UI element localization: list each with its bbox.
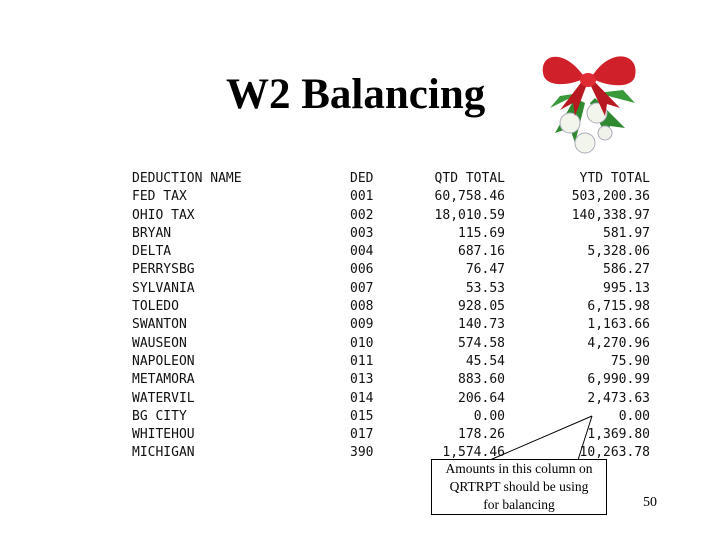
callout-line: QRTRPT should be using bbox=[449, 479, 589, 494]
callout-note: Amounts in this column on QRTRPT should … bbox=[431, 459, 607, 515]
callout-line: Amounts in this column on bbox=[445, 461, 593, 476]
callout-line: for balancing bbox=[483, 497, 555, 512]
page-number: 50 bbox=[643, 495, 657, 510]
callout-pointer bbox=[489, 415, 593, 461]
